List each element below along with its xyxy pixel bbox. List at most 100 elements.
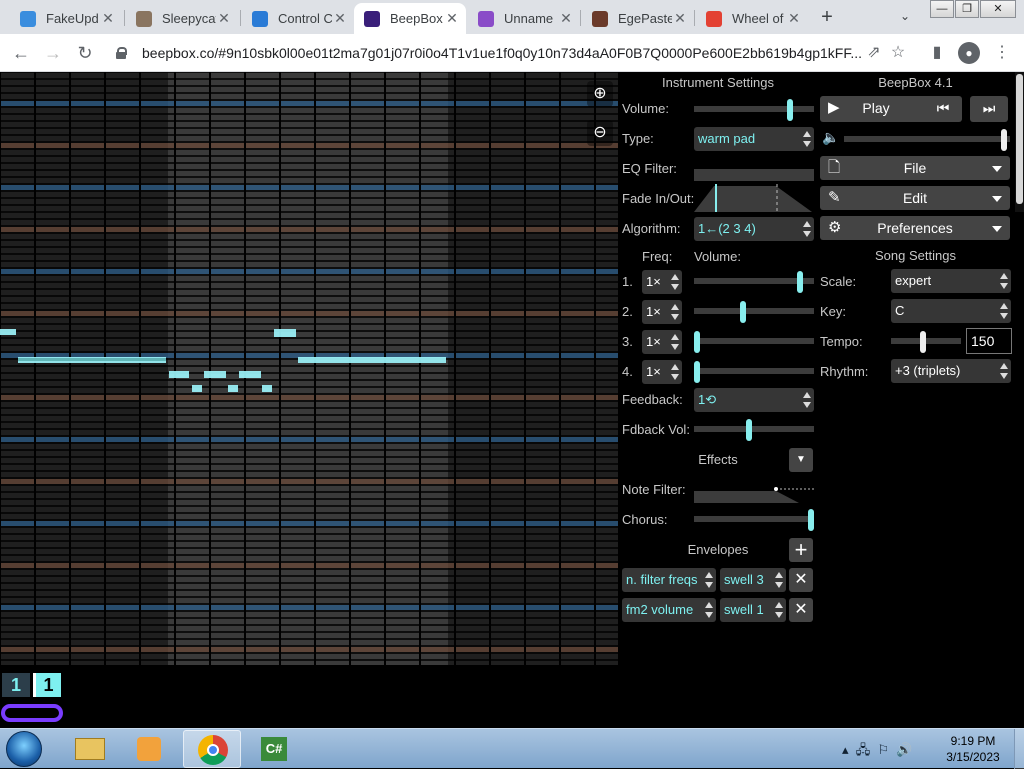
- envelope-shape-select[interactable]: swell 3: [720, 568, 786, 592]
- system-tray[interactable]: ▴ 🖧 ⚐ 🔊: [842, 741, 913, 763]
- type-label: Type:: [622, 131, 654, 146]
- tempo-slider[interactable]: [891, 331, 961, 353]
- page-scrollbar[interactable]: [1015, 72, 1024, 212]
- edit-menu-button[interactable]: ✎ Edit: [820, 186, 1010, 210]
- feedback-volume-slider[interactable]: [694, 419, 814, 441]
- preferences-menu-button[interactable]: ⚙ Preferences: [820, 216, 1010, 240]
- feedback-select[interactable]: 1⟲: [694, 388, 814, 412]
- note[interactable]: [228, 385, 238, 392]
- tab-search-icon[interactable]: ⌄: [895, 6, 915, 26]
- rhythm-select[interactable]: +3 (triplets): [891, 359, 1011, 383]
- note[interactable]: [169, 371, 189, 378]
- back-button[interactable]: ←: [8, 40, 34, 66]
- chrome-icon: [198, 735, 228, 765]
- envelope-shape-select[interactable]: swell 1: [720, 598, 786, 622]
- note[interactable]: [192, 385, 202, 392]
- scale-select[interactable]: expert: [891, 269, 1011, 293]
- browser-tab[interactable]: Unname ✕: [468, 3, 580, 34]
- browser-tab[interactable]: Wheel of ✕: [696, 3, 808, 34]
- scale-label: Scale:: [820, 274, 857, 289]
- side-panel-icon[interactable]: ▮: [926, 42, 948, 64]
- note[interactable]: [262, 385, 272, 392]
- channel-box[interactable]: 1: [2, 673, 30, 697]
- note[interactable]: [298, 357, 446, 363]
- zoom-out-icon[interactable]: ⊖: [587, 120, 613, 146]
- prev-bar-button[interactable]: ⏮: [924, 96, 962, 122]
- operator-volume-slider[interactable]: [694, 331, 814, 353]
- note[interactable]: [204, 371, 226, 378]
- close-window-button[interactable]: ✕: [980, 0, 1016, 18]
- taskbar-media-player[interactable]: [120, 730, 178, 768]
- show-desktop-button[interactable]: [1014, 729, 1024, 769]
- volume-slider[interactable]: [694, 99, 814, 121]
- pattern-editor[interactable]: ⊕ ⊖: [0, 72, 618, 665]
- browser-tab[interactable]: Sleepycat ✕: [126, 3, 238, 34]
- favicon-icon: [136, 10, 152, 27]
- address-bar[interactable]: beepbox.co/#9n10sbk0l00e01t2ma7g01j07r0i…: [110, 38, 866, 68]
- close-tab-icon[interactable]: ✕: [672, 10, 688, 27]
- loop-selector[interactable]: [1, 704, 63, 722]
- reload-button[interactable]: ↻: [72, 40, 98, 66]
- note[interactable]: [0, 329, 16, 335]
- csharp-icon: C#: [261, 737, 287, 761]
- operator-volume-slider[interactable]: [694, 301, 814, 323]
- restore-button[interactable]: ❐: [955, 0, 979, 18]
- type-select[interactable]: warm pad: [694, 127, 814, 151]
- fade-editor[interactable]: [694, 184, 814, 212]
- remove-envelope-button[interactable]: ✕: [789, 598, 813, 622]
- close-tab-icon[interactable]: ✕: [216, 10, 232, 27]
- close-tab-icon[interactable]: ✕: [332, 10, 348, 27]
- close-tab-icon[interactable]: ✕: [558, 10, 574, 27]
- note-grid[interactable]: [0, 72, 618, 665]
- menu-kebab-icon[interactable]: ⋮: [991, 42, 1013, 64]
- bookmark-star-icon[interactable]: ☆: [887, 42, 909, 64]
- system-clock[interactable]: 9:19 PM 3/15/2023: [940, 733, 1006, 765]
- file-menu-button[interactable]: 🗋 File: [820, 156, 1010, 180]
- note-filter-editor[interactable]: [694, 483, 814, 503]
- key-select[interactable]: C: [891, 299, 1011, 323]
- instrument-settings-header: Instrument Settings: [662, 75, 774, 90]
- algorithm-select[interactable]: 1←(2 3 4): [694, 217, 814, 241]
- close-tab-icon[interactable]: ✕: [100, 10, 116, 27]
- envelope-target-select[interactable]: fm2 volume: [622, 598, 716, 622]
- chorus-slider[interactable]: [694, 509, 814, 531]
- taskbar-csharp[interactable]: C#: [245, 730, 303, 768]
- speaker-icon: 🔈: [822, 129, 840, 145]
- add-envelope-button[interactable]: +: [789, 538, 813, 562]
- taskbar-explorer[interactable]: [60, 730, 118, 768]
- close-tab-icon[interactable]: ✕: [786, 10, 802, 27]
- operator-volume-slider[interactable]: [694, 271, 814, 293]
- zoom-in-icon[interactable]: ⊕: [587, 81, 613, 107]
- taskbar-chrome[interactable]: [183, 730, 241, 768]
- minimize-button[interactable]: —: [930, 0, 954, 18]
- play-button[interactable]: ▶ Play: [820, 96, 932, 122]
- operator-freq-select[interactable]: 1×: [642, 270, 682, 294]
- browser-tab[interactable]: BeepBox ✕: [354, 3, 466, 34]
- browser-tab[interactable]: EgePaste ✕: [582, 3, 694, 34]
- browser-tab[interactable]: Control C ✕: [242, 3, 354, 34]
- remove-envelope-button[interactable]: ✕: [789, 568, 813, 592]
- tempo-input[interactable]: 150: [966, 328, 1012, 354]
- note[interactable]: [274, 329, 296, 337]
- eq-filter-editor[interactable]: [694, 169, 814, 181]
- next-bar-button[interactable]: ⏭: [970, 96, 1008, 122]
- note[interactable]: [239, 371, 261, 378]
- operator-freq-select[interactable]: 1×: [642, 300, 682, 324]
- clock-time: 9:19 PM: [950, 734, 996, 748]
- new-tab-button[interactable]: +: [816, 4, 838, 30]
- envelope-target-select[interactable]: n. filter freqs: [622, 568, 716, 592]
- operator-volume-slider[interactable]: [694, 361, 814, 383]
- forward-button[interactable]: →: [40, 40, 66, 66]
- master-volume-slider[interactable]: [844, 129, 1010, 151]
- close-tab-icon[interactable]: ✕: [444, 10, 460, 27]
- browser-tab[interactable]: FakeUpd ✕: [10, 3, 122, 34]
- operator-freq-select[interactable]: 1×: [642, 360, 682, 384]
- effects-dropdown-button[interactable]: ▼: [789, 448, 813, 472]
- pencil-icon: ✎: [828, 189, 841, 206]
- start-button[interactable]: [6, 731, 42, 767]
- share-icon[interactable]: ⇗: [863, 42, 885, 64]
- profile-avatar[interactable]: ●: [958, 42, 980, 64]
- channel-box-selected[interactable]: 1: [33, 673, 61, 697]
- operator-freq-select[interactable]: 1×: [642, 330, 682, 354]
- close-icon: ✕: [794, 601, 808, 618]
